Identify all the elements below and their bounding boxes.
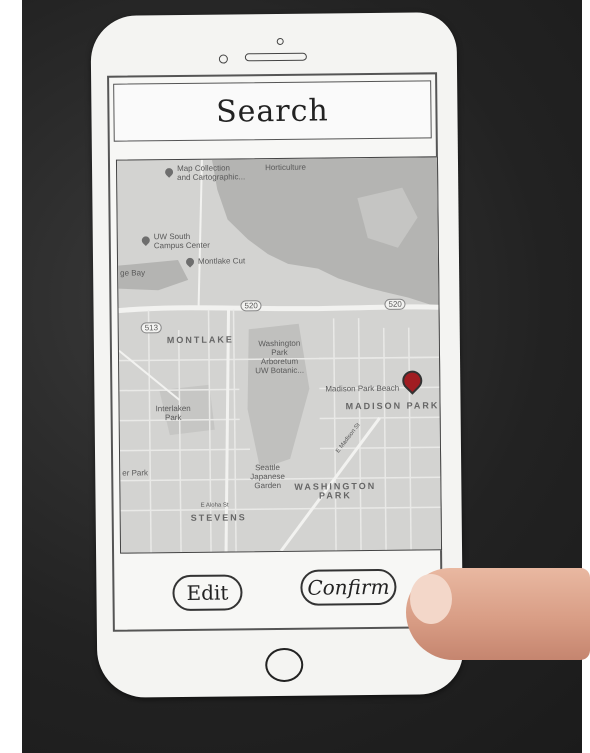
paper-phone-prototype: Search Map Collection and Cartographic..… [90, 12, 464, 698]
map-label-arboretum: Washington Park Arboretum UW Botanic... [255, 338, 305, 376]
route-shield: 513 [140, 322, 163, 334]
sensor-icon [218, 54, 228, 64]
map-label-park: er Park [122, 468, 149, 478]
map-label-e-aloha: E Aloha St [200, 502, 229, 509]
map-label-washington-park: WASHINGTON PARK [294, 480, 377, 501]
map-label-stevens: STEVENS [190, 512, 247, 523]
map-label-uw-south: UW South Campus Center [153, 231, 210, 251]
map-view[interactable]: Map Collection and Cartographic... Horti… [115, 156, 443, 554]
edit-button[interactable]: Edit [172, 574, 243, 612]
map-label-japanese-garden: Seattle Japanese Garden [250, 462, 286, 491]
phone-screen: Search Map Collection and Cartographic..… [107, 72, 443, 632]
home-button[interactable] [265, 647, 304, 683]
page-title: Search [215, 92, 329, 130]
speaker-icon [244, 52, 307, 62]
fingernail [410, 574, 452, 624]
camera-icon [276, 37, 284, 45]
route-shield: 520 [240, 300, 262, 312]
map-label-montlake: MONTLAKE [166, 334, 234, 346]
search-header[interactable]: Search [113, 80, 432, 142]
map-label-interlaken: Interlaken Park [155, 403, 191, 423]
map-label-madison-beach: Madison Park Beach [325, 383, 400, 394]
map-label-horticulture: Horticulture [264, 162, 306, 173]
map-label-bay: ge Bay [120, 268, 146, 278]
map-label-madison-park: MADISON PARK [345, 400, 440, 412]
map-label-montlake-cut: Montlake Cut [197, 256, 246, 266]
route-shield: 520 [384, 298, 406, 310]
confirm-button[interactable]: Confirm [300, 568, 397, 606]
map-label-map-collection: Map Collection and Cartographic... [176, 163, 246, 183]
